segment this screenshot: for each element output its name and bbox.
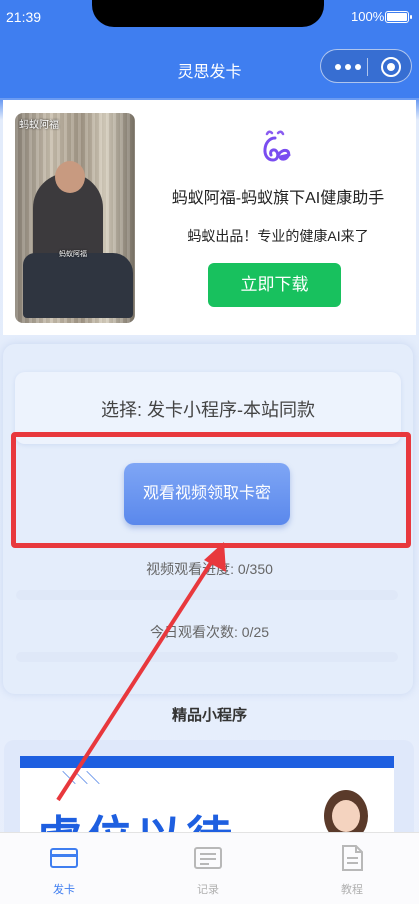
capsule-divider bbox=[367, 58, 368, 76]
video-progress-text: 视频观看进度: 0/350 bbox=[146, 561, 273, 577]
document-icon bbox=[342, 845, 363, 871]
battery-icon bbox=[385, 11, 412, 23]
tab-label: 发卡 bbox=[53, 884, 75, 896]
tab-records[interactable]: 记录 bbox=[168, 841, 248, 897]
ant-afu-logo-icon bbox=[263, 130, 291, 162]
camera-notch bbox=[92, 0, 324, 27]
section-title: 精品小程序 bbox=[171, 707, 247, 724]
status-bar: 21:39 100% bbox=[0, 0, 419, 36]
selected-product-text: 选择: 发卡小程序-本站同款 bbox=[101, 400, 315, 420]
ad-banner[interactable]: 蚂蚁阿福 蚂蚁阿福 蚂蚁阿福-蚂蚁旗下AI健康助手 蚂蚁出品！专业的健康AI来了… bbox=[3, 100, 416, 335]
daily-count-bar bbox=[16, 652, 398, 662]
ad-subtitle: 蚂蚁出品！专业的健康AI来了 bbox=[187, 228, 369, 244]
more-icon[interactable] bbox=[335, 64, 361, 70]
status-time: 21:39 bbox=[6, 9, 42, 25]
miniprogram-capsule bbox=[320, 49, 412, 83]
tab-label: 记录 bbox=[197, 884, 219, 896]
nav-bar: 灵思发卡 bbox=[0, 36, 419, 98]
photo-caption: 蚂蚁阿福 bbox=[59, 251, 87, 258]
photo-logo-text: 蚂蚁阿福 bbox=[19, 120, 59, 131]
video-progress-bar bbox=[16, 590, 398, 600]
watch-video-button[interactable]: 观看视频领取卡密 bbox=[124, 463, 290, 525]
download-button[interactable]: 立即下载 bbox=[208, 263, 341, 307]
record-icon bbox=[194, 847, 222, 869]
tab-tutorial[interactable]: 教程 bbox=[312, 841, 392, 897]
tab-fa-ka[interactable]: 发卡 bbox=[24, 841, 104, 897]
close-miniprogram-icon[interactable] bbox=[381, 57, 401, 77]
chevrons-decoration: ＼＼＼ bbox=[62, 770, 100, 786]
card-icon bbox=[50, 848, 78, 868]
ad-title: 蚂蚁阿福-蚂蚁旗下AI健康助手 bbox=[171, 190, 385, 207]
ad-photo: 蚂蚁阿福 蚂蚁阿福 bbox=[15, 113, 135, 323]
tab-label: 教程 bbox=[341, 884, 363, 896]
tab-bar: 发卡 记录 教程 bbox=[0, 832, 419, 904]
battery-percent: 100% bbox=[351, 9, 385, 24]
daily-count-text: 今日观看次数: 0/25 bbox=[149, 624, 270, 640]
